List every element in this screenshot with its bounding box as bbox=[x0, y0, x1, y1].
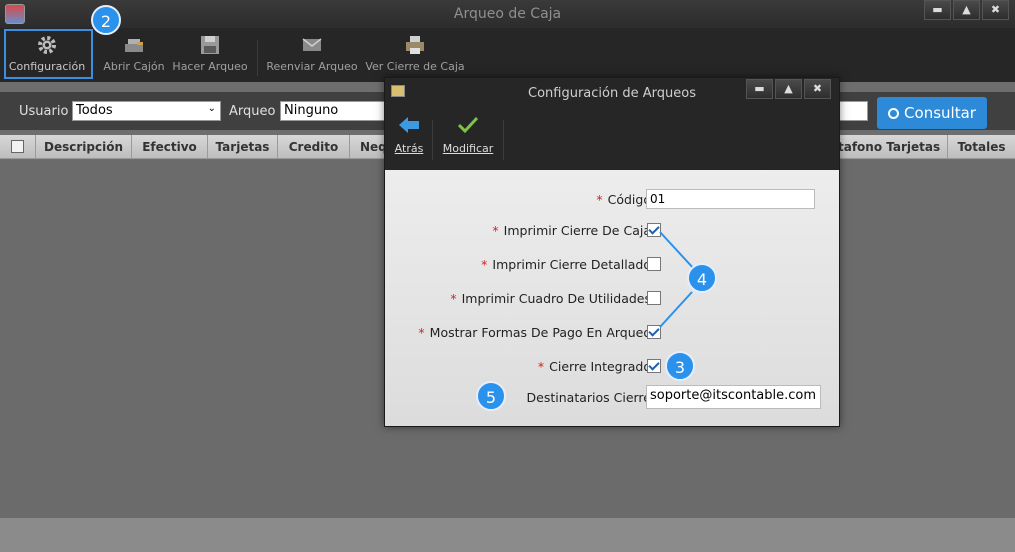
annotation-connectors bbox=[659, 231, 696, 328]
annotation-connector-line bbox=[659, 231, 696, 271]
annotation-badge-4: 4 bbox=[687, 263, 717, 293]
annotation-badge-3: 3 bbox=[665, 351, 695, 381]
annotation-badge-5: 5 bbox=[476, 381, 506, 411]
annotation-connector-line bbox=[659, 291, 693, 328]
